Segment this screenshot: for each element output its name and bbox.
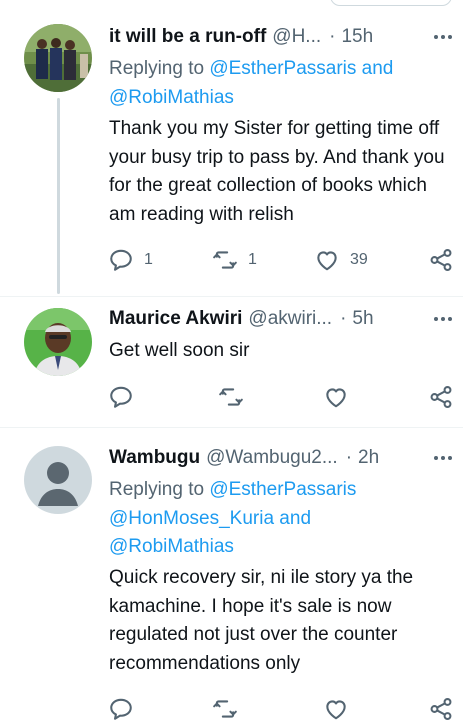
reply-button[interactable] (108, 694, 134, 724)
tweet-3[interactable]: Wambugu @Wambugu2... · 2h Replying to @E… (0, 428, 463, 720)
display-name[interactable]: Maurice Akwiri (109, 308, 242, 330)
tweet-text: Quick recovery sir, ni ile story ya the … (109, 567, 414, 674)
share-button[interactable] (428, 382, 454, 412)
retweet-button[interactable] (212, 694, 238, 724)
separator-dot: · (345, 447, 353, 468)
more-icon[interactable] (428, 309, 458, 329)
avatar-photo (24, 24, 92, 92)
avatar[interactable] (24, 446, 92, 514)
reply-button[interactable]: 1 (108, 245, 153, 275)
thread-line (57, 98, 60, 294)
reply-icon (110, 386, 132, 408)
tweet-actions (108, 382, 458, 412)
like-count: 39 (350, 251, 368, 268)
tweet-1[interactable]: it will be a run-off @H... · 15h Replyin… (0, 0, 463, 300)
like-button[interactable]: 39 (314, 245, 368, 275)
replying-prefix: Replying to (109, 479, 205, 500)
reply-count: 1 (144, 251, 153, 268)
retweet-button[interactable]: 1 (212, 245, 257, 275)
mention-link[interactable]: @RobiMathias (109, 533, 439, 562)
tweet-actions (108, 694, 458, 724)
retweet-icon (213, 251, 237, 269)
retweet-button[interactable] (218, 382, 244, 412)
replying-to: Replying to @EstherPassaris and @RobiMat… (109, 55, 439, 112)
retweet-icon (213, 700, 237, 718)
heart-icon (317, 251, 337, 271)
reply-icon (110, 698, 132, 720)
share-button[interactable] (428, 694, 454, 724)
like-button[interactable] (323, 694, 349, 724)
replying-prefix: Replying to (109, 58, 205, 79)
mention-link[interactable]: @EstherPassaris and (209, 58, 393, 79)
share-icon (430, 386, 452, 408)
mention-link[interactable]: @HonMoses_Kuria and (109, 505, 439, 534)
mention-link[interactable]: @RobiMathias (109, 84, 439, 113)
timestamp[interactable]: 2h (358, 447, 379, 469)
heart-icon (326, 388, 346, 408)
user-handle[interactable]: @H... (272, 26, 321, 48)
timestamp[interactable]: 5h (352, 308, 373, 330)
more-icon[interactable] (428, 448, 458, 468)
avatar[interactable] (24, 308, 92, 376)
like-button[interactable] (323, 382, 349, 412)
tweet-header: Maurice Akwiri @akwiri... · 5h (109, 306, 374, 332)
display-name[interactable]: Wambugu (109, 447, 200, 469)
tweet-2[interactable]: Maurice Akwiri @akwiri... · 5h Get well … (0, 300, 463, 425)
retweet-icon (219, 388, 243, 406)
reply-button[interactable] (108, 382, 134, 412)
mention-link[interactable]: @EstherPassaris (209, 479, 356, 500)
tweet-header: Wambugu @Wambugu2... · 2h (109, 445, 379, 471)
share-icon (430, 249, 452, 271)
separator-dot: · (340, 308, 347, 329)
replying-to: Replying to @EstherPassaris @HonMoses_Ku… (109, 476, 439, 562)
display-name[interactable]: it will be a run-off (109, 26, 266, 48)
tweet-header: it will be a run-off @H... · 15h (109, 24, 373, 50)
timestamp[interactable]: 15h (341, 26, 373, 48)
tweet-divider (0, 296, 463, 297)
avatar[interactable] (24, 24, 92, 92)
share-button[interactable] (428, 245, 454, 275)
default-avatar-icon (24, 446, 92, 514)
heart-icon (326, 700, 346, 720)
avatar-photo (24, 308, 92, 376)
user-handle[interactable]: @Wambugu2... (206, 447, 338, 469)
more-icon[interactable] (428, 27, 458, 47)
reply-icon (110, 249, 132, 271)
tweet-text: Thank you my Sister for getting time off… (109, 118, 445, 225)
tweet-text: Get well soon sir (109, 340, 250, 361)
tweet-actions: 1 1 39 (108, 245, 458, 275)
retweet-count: 1 (248, 251, 257, 268)
user-handle[interactable]: @akwiri... (248, 308, 332, 330)
separator-dot: · (329, 26, 336, 47)
share-icon (430, 698, 452, 720)
